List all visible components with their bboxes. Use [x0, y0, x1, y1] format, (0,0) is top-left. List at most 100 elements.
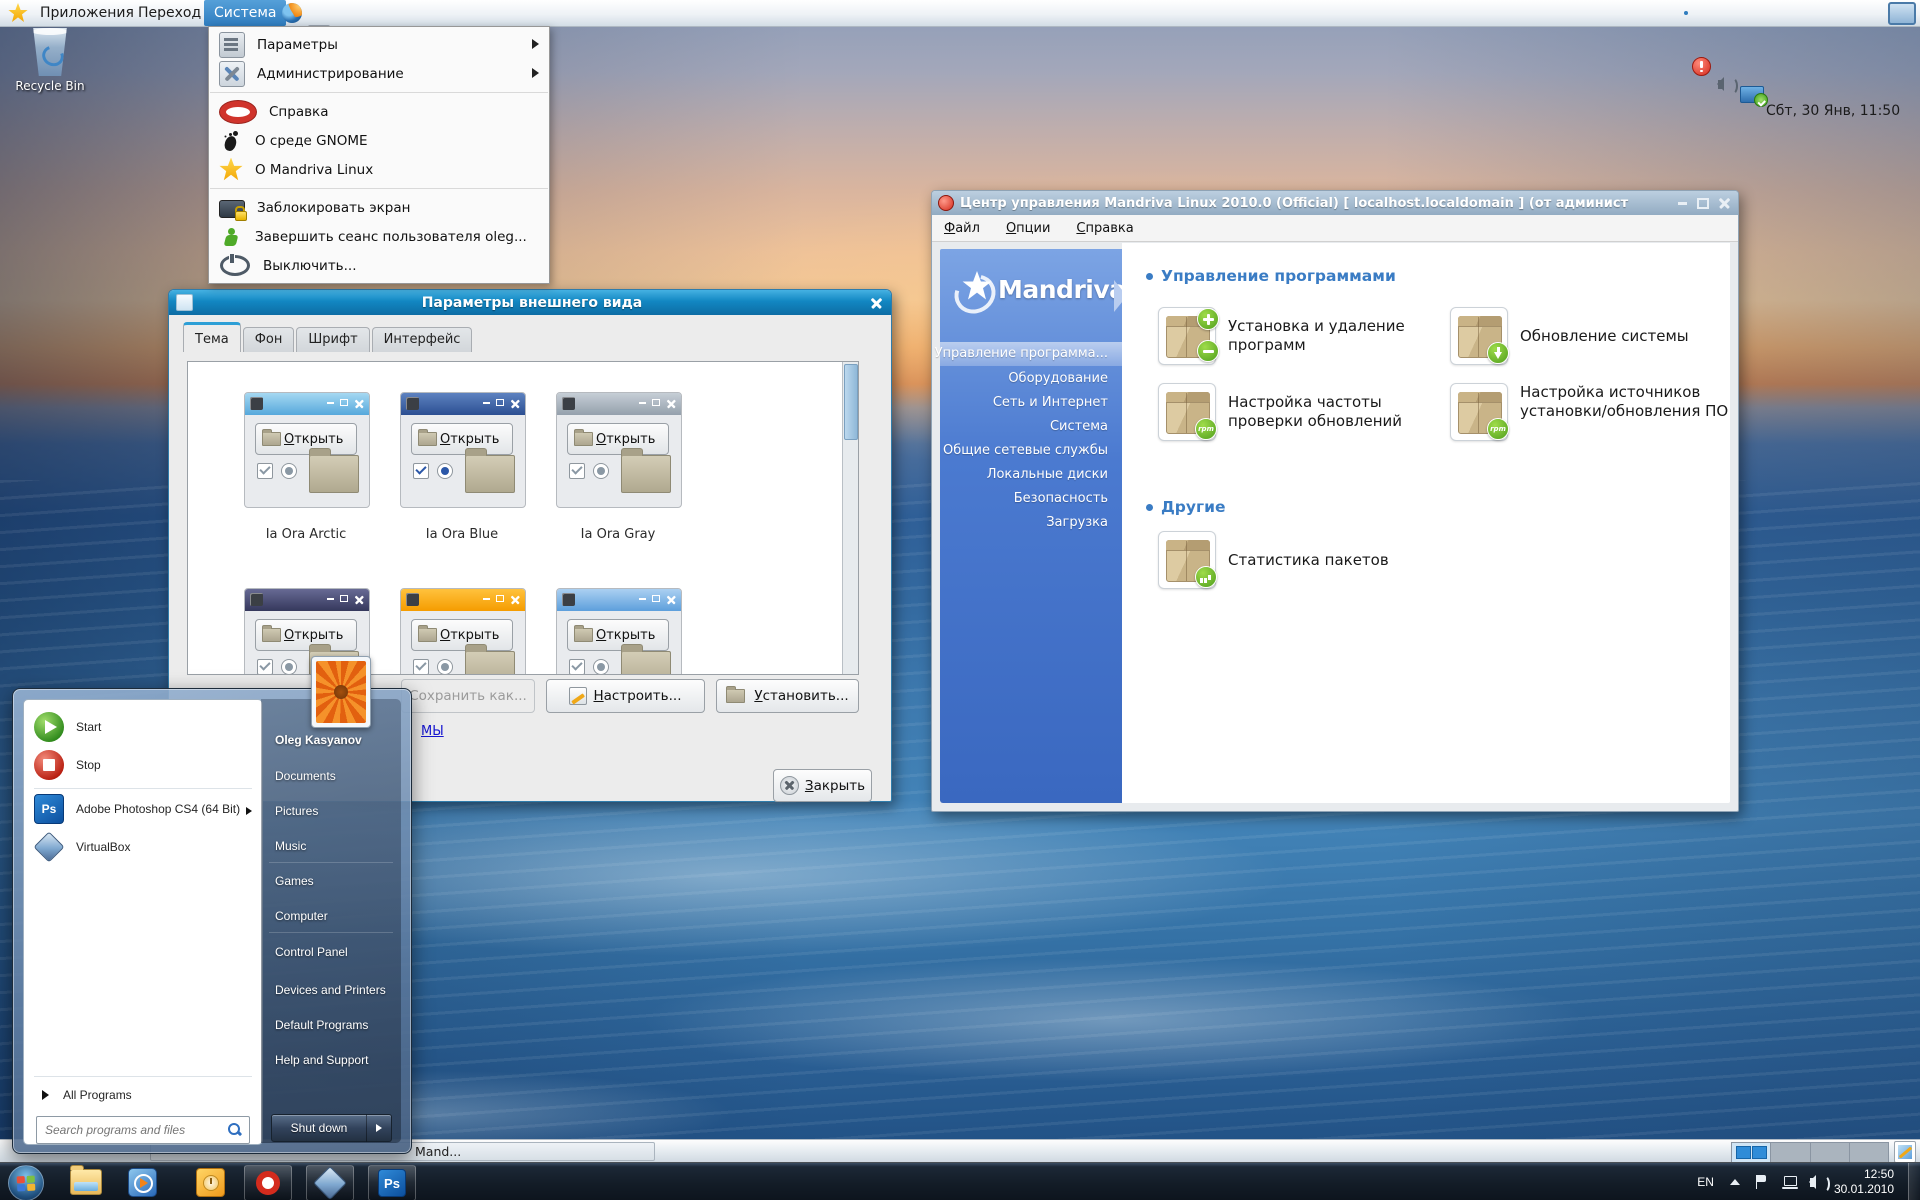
opera-taskbar-button[interactable] — [244, 1165, 292, 1200]
sidebar-item-boot[interactable]: Загрузка — [1046, 515, 1108, 530]
panel-clock[interactable]: Сбт, 30 Янв, 11:50 — [1766, 98, 1900, 124]
workspace-3[interactable] — [1811, 1143, 1850, 1162]
all-programs-button[interactable]: All Programs — [24, 1082, 262, 1108]
menu-item-preferences[interactable]: Параметры — [209, 30, 549, 59]
menu-item-logout[interactable]: Завершить сеанс пользователя oleg... — [209, 222, 549, 251]
control-panel-item[interactable]: Control Panel — [275, 945, 348, 959]
menu-options[interactable]: Опции — [1006, 221, 1050, 236]
theme-thumb-arctic[interactable]: Открыть — [244, 392, 370, 508]
theme-thumb-blue[interactable]: Открыть — [400, 392, 526, 508]
install-remove-software-label[interactable]: Установка и удаление программ — [1228, 317, 1453, 355]
network-icon[interactable] — [1782, 1176, 1798, 1189]
customize-button[interactable]: Настроить... — [546, 679, 705, 713]
install-remove-software-icon[interactable] — [1158, 307, 1216, 365]
sidebar-item-security[interactable]: Безопасность — [1014, 491, 1108, 506]
package-stats-label[interactable]: Статистика пакетов — [1228, 551, 1453, 570]
update-frequency-label[interactable]: Настройка частоты проверки обновлений — [1228, 393, 1453, 431]
start-orb-button[interactable] — [8, 1165, 44, 1200]
devices-printers-item[interactable]: Devices and Printers — [275, 983, 386, 997]
updates-alert-icon[interactable] — [1692, 57, 1711, 76]
theme-thumb-sky[interactable]: Открыть — [556, 588, 682, 675]
media-player-taskbar-button[interactable] — [128, 1168, 157, 1197]
install-button[interactable]: Установить... — [716, 679, 859, 713]
sidebar-item-software[interactable]: Управление программа... — [935, 346, 1108, 361]
documents-item[interactable]: Documents — [275, 769, 336, 783]
default-programs-item[interactable]: Default Programs — [275, 1018, 368, 1032]
tray-expand-icon[interactable] — [1730, 1179, 1740, 1185]
menu-help[interactable]: Справка — [1076, 221, 1133, 236]
shutdown-options-button[interactable] — [366, 1114, 392, 1142]
music-item[interactable]: Music — [275, 839, 306, 853]
taskbar-clock[interactable]: 12:50 30.01.2010 — [1834, 1167, 1894, 1197]
appearance-titlebar[interactable]: Параметры внешнего вида — [169, 290, 891, 315]
photoshop-taskbar-button[interactable]: Ps — [368, 1165, 416, 1200]
menu-item-administration[interactable]: Администрирование — [209, 59, 549, 88]
workspace-1[interactable] — [1732, 1143, 1771, 1162]
network-ok-icon[interactable] — [1740, 86, 1764, 103]
get-themes-link[interactable]: МЫ — [421, 724, 444, 739]
places-menu[interactable]: Переход — [128, 0, 211, 26]
menu-file[interactable]: Файл — [944, 221, 980, 236]
tab-interface[interactable]: Интерфейс — [372, 327, 473, 352]
search-input[interactable] — [43, 1122, 227, 1138]
user-name-item[interactable]: Oleg Kasyanov — [275, 733, 362, 747]
tab-theme[interactable]: Тема — [183, 322, 241, 352]
stop-item[interactable]: Stop — [24, 746, 262, 784]
theme-thumb-gray[interactable]: Открыть — [556, 392, 682, 508]
help-support-item[interactable]: Help and Support — [275, 1053, 368, 1067]
photoshop-item[interactable]: Ps Adobe Photoshop CS4 (64 Bit) — [24, 792, 262, 826]
save-as-button[interactable]: Сохранить как... — [401, 679, 535, 713]
maximize-icon[interactable] — [1697, 198, 1709, 209]
update-frequency-icon[interactable]: rpm — [1158, 383, 1216, 441]
sidebar-item-system[interactable]: Система — [1050, 419, 1108, 434]
menu-item-lock-screen[interactable]: Заблокировать экран — [209, 193, 549, 222]
recycle-bin[interactable]: Recycle Bin — [10, 28, 90, 93]
tab-font[interactable]: Шрифт — [296, 327, 369, 352]
drawer-icon[interactable] — [1888, 2, 1916, 25]
menu-item-about-gnome[interactable]: О среде GNOME — [209, 126, 549, 155]
workspace-2[interactable] — [1771, 1143, 1810, 1162]
media-sources-label[interactable]: Настройка источников установки/обновлени… — [1520, 383, 1745, 421]
minimize-icon[interactable] — [1678, 202, 1687, 205]
show-desktop-strip[interactable] — [1908, 1163, 1920, 1200]
applications-menu[interactable]: Приложения — [30, 0, 144, 26]
virtualbox-item[interactable]: VirtualBox — [24, 828, 262, 866]
menu-item-shutdown[interactable]: Выключить... — [209, 251, 549, 280]
start-item[interactable]: Start — [24, 708, 262, 746]
theme-list-scrollbar[interactable] — [842, 362, 858, 674]
tab-background[interactable]: Фон — [243, 327, 295, 352]
system-menu[interactable]: Система — [204, 0, 286, 26]
firefox-launcher-icon[interactable] — [282, 3, 302, 23]
mandriva-star-icon[interactable] — [8, 3, 28, 23]
close-icon[interactable] — [871, 297, 882, 308]
virtualbox-taskbar-button[interactable] — [306, 1165, 354, 1200]
volume-icon[interactable] — [1718, 80, 1724, 89]
language-indicator[interactable]: EN — [1697, 1175, 1714, 1189]
update-system-icon[interactable] — [1450, 307, 1508, 365]
sidebar-item-hardware[interactable]: Оборудование — [1008, 371, 1108, 386]
pictures-item[interactable]: Pictures — [275, 804, 318, 818]
computer-item[interactable]: Computer — [275, 909, 328, 923]
volume-icon[interactable] — [1810, 1178, 1816, 1187]
close-icon[interactable] — [1719, 198, 1730, 209]
theme-thumb-orange[interactable]: Открыть — [400, 588, 526, 675]
close-button[interactable]: Закрыть — [773, 769, 872, 802]
games-item[interactable]: Games — [275, 874, 314, 888]
action-center-flag-icon[interactable] — [1756, 1175, 1768, 1189]
shutdown-button[interactable]: Shut down — [271, 1114, 367, 1142]
show-desktop-icon[interactable] — [1894, 1141, 1916, 1163]
package-stats-icon[interactable] — [1158, 531, 1216, 589]
mcc-titlebar[interactable]: Центр управления Mandriva Linux 2010.0 (… — [932, 191, 1738, 215]
sidebar-item-local-disks[interactable]: Локальные диски — [987, 467, 1108, 482]
workspace-switcher[interactable] — [1731, 1142, 1889, 1163]
explorer-taskbar-button[interactable] — [70, 1169, 102, 1195]
media-sources-icon[interactable]: rpm — [1450, 383, 1508, 441]
menu-item-help[interactable]: Справка — [209, 97, 549, 126]
sidebar-item-network[interactable]: Сеть и Интернет — [993, 395, 1108, 410]
workspace-4[interactable] — [1850, 1143, 1888, 1162]
search-icon[interactable] — [227, 1122, 243, 1138]
menu-item-about-mandriva[interactable]: О Mandriva Linux — [209, 155, 549, 184]
sidebar-item-network-services[interactable]: Общие сетевые службы — [943, 443, 1108, 458]
user-avatar[interactable] — [311, 656, 371, 728]
scrollbar-thumb[interactable] — [844, 364, 858, 440]
